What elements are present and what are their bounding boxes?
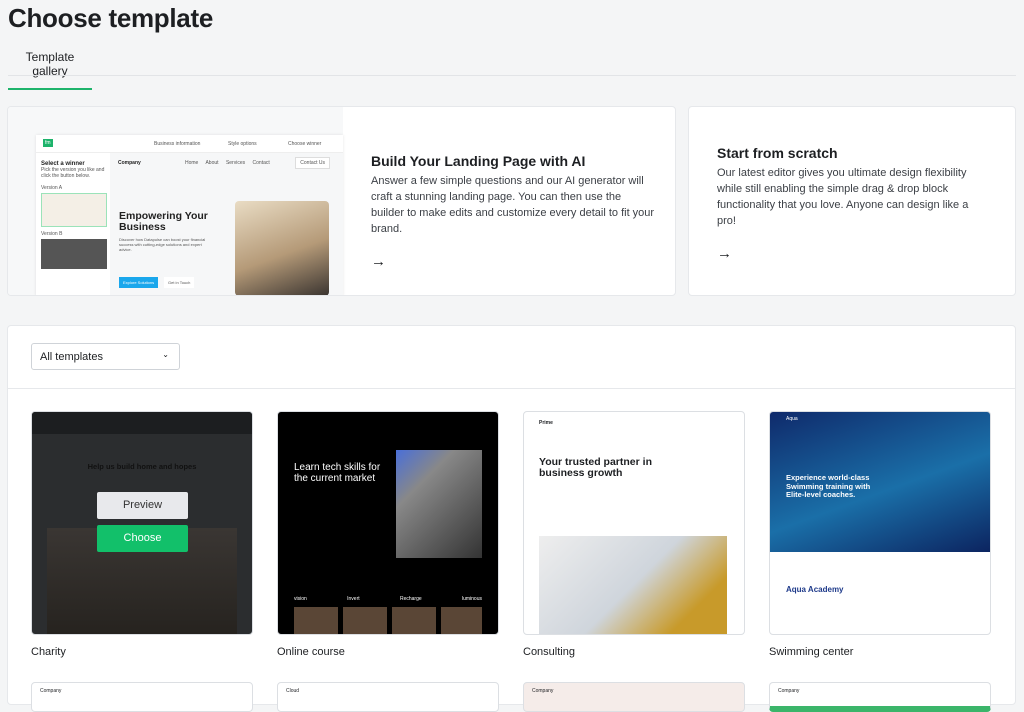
template-card-online-course[interactable]: Learn tech skills for the current market… [277, 411, 499, 635]
arrow-right-icon[interactable]: → [371, 253, 656, 270]
template-name: Swimming center [769, 646, 854, 658]
consulting-headline: Your trusted partner in business growth [539, 456, 652, 479]
template-card-consulting[interactable]: Prime Your trusted partner in business g… [523, 411, 745, 635]
template-card[interactable]: Company [31, 682, 253, 712]
version-a: Version A [41, 185, 63, 191]
version-b: Version B [41, 231, 63, 237]
step-1: Business information [154, 141, 201, 147]
preview-nav: Home About Services Contact [185, 160, 270, 166]
preview-headline: Empowering Your Business [119, 210, 208, 233]
step-3: Choose winner [288, 141, 322, 147]
partner-logos: vision Invert Recharge luminous [294, 596, 482, 602]
swim-brand: Aqua [786, 416, 798, 422]
scratch-card-description: Our latest editor gives you ultimate des… [717, 167, 969, 227]
swim-subheading: Aqua Academy [786, 585, 844, 594]
template-card[interactable]: Cloud [277, 682, 499, 712]
ai-card-title: Build Your Landing Page with AI [371, 153, 586, 169]
preview-button[interactable]: Preview [97, 492, 188, 519]
choose-button[interactable]: Choose [97, 525, 188, 552]
swim-headline: Experience world-class Swimming training… [786, 473, 871, 499]
template-card-charity[interactable]: Help us build home and hopes Preview Cho… [31, 411, 253, 635]
gallery-divider [8, 388, 1015, 389]
charity-headline: Help us build home and hopes [87, 462, 197, 471]
course-headline: Learn tech skills for the current market [294, 462, 381, 484]
step-2: Style options [228, 141, 257, 147]
ai-preview-image: fm Business information Style options Ch… [8, 107, 343, 295]
preview-contact: Contact Us [295, 157, 330, 169]
template-name: Consulting [523, 646, 575, 658]
template-gallery: All templates ⌄ Help us build home and ho… [7, 325, 1016, 712]
preview-btn-primary: Explore Solutions [119, 277, 159, 288]
preview-btn-secondary: Get in Touch [164, 277, 195, 288]
tab-template-gallery[interactable]: Template gallery [8, 50, 92, 90]
template-filter-select[interactable]: All templates ⌄ [31, 343, 180, 370]
template-name: Charity [31, 646, 66, 658]
tab-divider [8, 75, 1016, 76]
ai-card-description: Answer a few simple questions and our AI… [371, 175, 655, 235]
template-name: Online course [277, 646, 345, 658]
consulting-brand: Prime [539, 420, 553, 426]
template-card-swimming-center[interactable]: Aqua Experience world-class Swimming tra… [769, 411, 991, 635]
preview-brand: Company [118, 160, 141, 166]
template-card[interactable]: Company [523, 682, 745, 712]
chevron-down-icon: ⌄ [162, 350, 169, 359]
template-card[interactable]: Company [769, 682, 991, 712]
scratch-card-title: Start from scratch [717, 145, 838, 161]
ai-generator-card[interactable]: fm Business information Style options Ch… [7, 106, 676, 296]
preview-body: Discover how Datapulse can boost your fi… [119, 237, 206, 252]
page-title: Choose template [8, 3, 213, 33]
arrow-right-icon[interactable]: → [717, 245, 987, 262]
preview-sidebar-text: Pick the version you like and click the … [41, 167, 105, 179]
start-from-scratch-card[interactable]: Start from scratch Our latest editor giv… [688, 106, 1016, 296]
